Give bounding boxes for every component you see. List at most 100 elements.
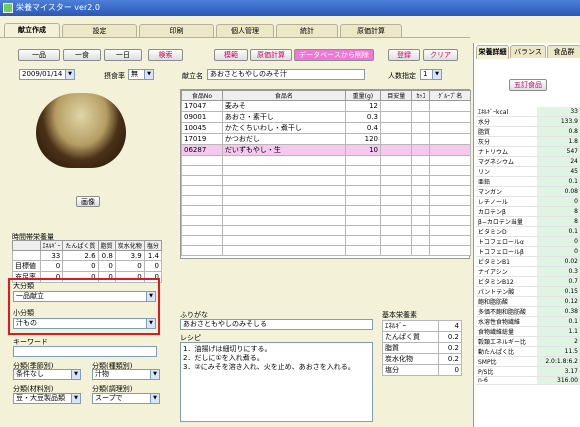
- cook-class-value: スープで: [95, 394, 123, 402]
- cook-class-select[interactable]: スープで ▼: [92, 393, 160, 404]
- chevron-down-icon[interactable]: ▼: [65, 70, 74, 79]
- table-row[interactable]: [181, 205, 471, 216]
- table-row[interactable]: [181, 195, 471, 206]
- tab-food-group[interactable]: 食品群: [547, 45, 580, 58]
- table-row[interactable]: [181, 175, 471, 186]
- menu-name-input[interactable]: あおさともやしのみそ汁: [207, 69, 365, 80]
- image-button[interactable]: 画像: [76, 196, 100, 207]
- chevron-down-icon[interactable]: ▼: [144, 70, 153, 79]
- table-row[interactable]: 17047 麦みそ 12: [181, 100, 471, 112]
- table-row[interactable]: [181, 185, 471, 196]
- cell: あおさ・素干し: [221, 111, 346, 123]
- nutrient-row: SMP比 2.0:1.8:6.2: [476, 356, 580, 367]
- table-row-selected[interactable]: 06287 だいずもやし・生 10: [181, 144, 471, 156]
- nutrient-value: 2: [536, 336, 580, 347]
- nutrient-value: 0.8: [536, 126, 580, 137]
- recipe-textarea[interactable]: 1．油揚げは細切りにする。 2．だしに①を入れ煮る。 3．②にみそを溶き入れ、火…: [180, 342, 373, 422]
- one-day-button[interactable]: 一日: [104, 49, 142, 61]
- nutrient-row: マグネシウム 24: [476, 156, 580, 167]
- single-dish-button[interactable]: 一品: [18, 49, 60, 61]
- nutrient-name: ビタミンD: [476, 226, 537, 237]
- template-button[interactable]: 模範: [214, 49, 248, 61]
- cost-calc-button[interactable]: 原価計算: [250, 49, 292, 61]
- table-row[interactable]: [181, 225, 471, 236]
- app-icon: [3, 3, 13, 13]
- basic-nutrition-label: 基本栄養素: [382, 311, 417, 319]
- food-db-button[interactable]: 五訂食品: [509, 79, 547, 91]
- clear-button[interactable]: クリア: [423, 49, 458, 61]
- table-row[interactable]: [181, 165, 471, 176]
- nutrient-value: 45: [536, 166, 580, 177]
- fulfill-value: 無: [131, 70, 138, 78]
- servings-select[interactable]: 1 ▼: [420, 69, 442, 80]
- small-class-select[interactable]: 汁もの ▼: [13, 318, 156, 329]
- chevron-down-icon[interactable]: ▼: [71, 394, 80, 403]
- nutrient-name: ナイアシン: [476, 266, 537, 277]
- nutrient-name: 飽和脂肪酸: [476, 296, 537, 307]
- chevron-down-icon[interactable]: ▼: [150, 370, 159, 379]
- date-value: 2009/01/14: [22, 70, 63, 78]
- chevron-down-icon[interactable]: ▼: [146, 319, 155, 328]
- cell: [429, 100, 471, 112]
- cell: [379, 122, 413, 134]
- large-class-value: 一品献立: [16, 292, 44, 300]
- dish-photo: [36, 93, 126, 168]
- cell: 0: [114, 260, 145, 272]
- col-amount: 目安量: [379, 90, 413, 101]
- chevron-down-icon[interactable]: ▼: [146, 292, 155, 301]
- nutrient-value: 0.1: [536, 316, 580, 327]
- material-class-select[interactable]: 豆・大豆製品類 ▼: [13, 393, 81, 404]
- tab-print[interactable]: 印刷: [139, 24, 214, 37]
- season-class-value: 条件なし: [16, 370, 44, 378]
- table-row[interactable]: [181, 215, 471, 226]
- search-button[interactable]: 検索: [148, 49, 183, 61]
- table-row[interactable]: [181, 245, 471, 256]
- date-field[interactable]: 2009/01/14 ▼: [19, 69, 75, 80]
- nutrient-value: 0.1: [536, 176, 580, 187]
- chevron-down-icon[interactable]: ▼: [432, 70, 441, 79]
- large-class-select[interactable]: 一品献立 ▼: [13, 291, 156, 302]
- tab-nutrition-detail[interactable]: 栄養詳細: [476, 45, 509, 59]
- kind-class-select[interactable]: 汁物 ▼: [92, 369, 160, 380]
- nutrient-name: マンガン: [476, 186, 537, 197]
- recipe-line: 3．②にみそを溶き入れ、火を止め、あおさを入れる。: [183, 363, 355, 371]
- nutrient-value: 316.00: [536, 376, 580, 385]
- cell: [379, 133, 413, 145]
- nutrient-name: 穀類エネルギー比: [476, 336, 537, 347]
- tab-cost[interactable]: 原価計算: [340, 24, 402, 37]
- tab-stats[interactable]: 統計: [276, 24, 338, 37]
- cell: [12, 250, 41, 261]
- nutrient-row: 脂質 0.8: [476, 126, 580, 137]
- chevron-down-icon[interactable]: ▼: [150, 394, 159, 403]
- furigana-input[interactable]: あおさともやしのみそしる: [180, 319, 373, 330]
- cell: かつおだし: [221, 133, 346, 145]
- tab-menu-create[interactable]: 献立作成: [4, 23, 60, 37]
- register-button[interactable]: 登録: [388, 49, 420, 61]
- fulfill-select[interactable]: 無 ▼: [128, 69, 154, 80]
- nutrient-name: 多価不飽和脂肪酸: [476, 306, 537, 317]
- tab-settings[interactable]: 設定: [62, 24, 137, 37]
- one-meal-button[interactable]: 一食: [63, 49, 101, 61]
- season-class-select[interactable]: 条件なし ▼: [13, 369, 81, 380]
- table-row[interactable]: [181, 155, 471, 166]
- tab-personal[interactable]: 個人管理: [216, 24, 274, 37]
- menu-name-label: 献立名: [182, 72, 203, 80]
- cell: 0.4: [344, 122, 381, 134]
- nutrient-row: リン 45: [476, 166, 580, 177]
- chevron-down-icon[interactable]: ▼: [71, 370, 80, 379]
- nutrient-name: 脂質: [476, 126, 537, 137]
- nutrient-value: 547: [536, 146, 580, 157]
- app-title: 栄養マイスター ver2.0: [16, 3, 100, 12]
- nutrient-value: 1.1: [536, 326, 580, 337]
- table-row[interactable]: 10045 かたくちいわし・煮干し 0.4: [181, 122, 471, 134]
- cell: 17047: [181, 100, 223, 112]
- table-row[interactable]: 09001 あおさ・素干し 0.3: [181, 111, 471, 123]
- recipe-line: 2．だしに①を入れ煮る。: [183, 354, 264, 362]
- cell: 0.3: [344, 111, 381, 123]
- table-row[interactable]: [181, 235, 471, 246]
- keyword-input[interactable]: [13, 346, 157, 357]
- table-row[interactable]: 17019 かつおだし 120: [181, 133, 471, 145]
- tab-balance[interactable]: バランス: [510, 45, 546, 58]
- db-delete-button[interactable]: データベースから削除: [294, 49, 374, 61]
- nutrient-row: レチノール 0: [476, 196, 580, 207]
